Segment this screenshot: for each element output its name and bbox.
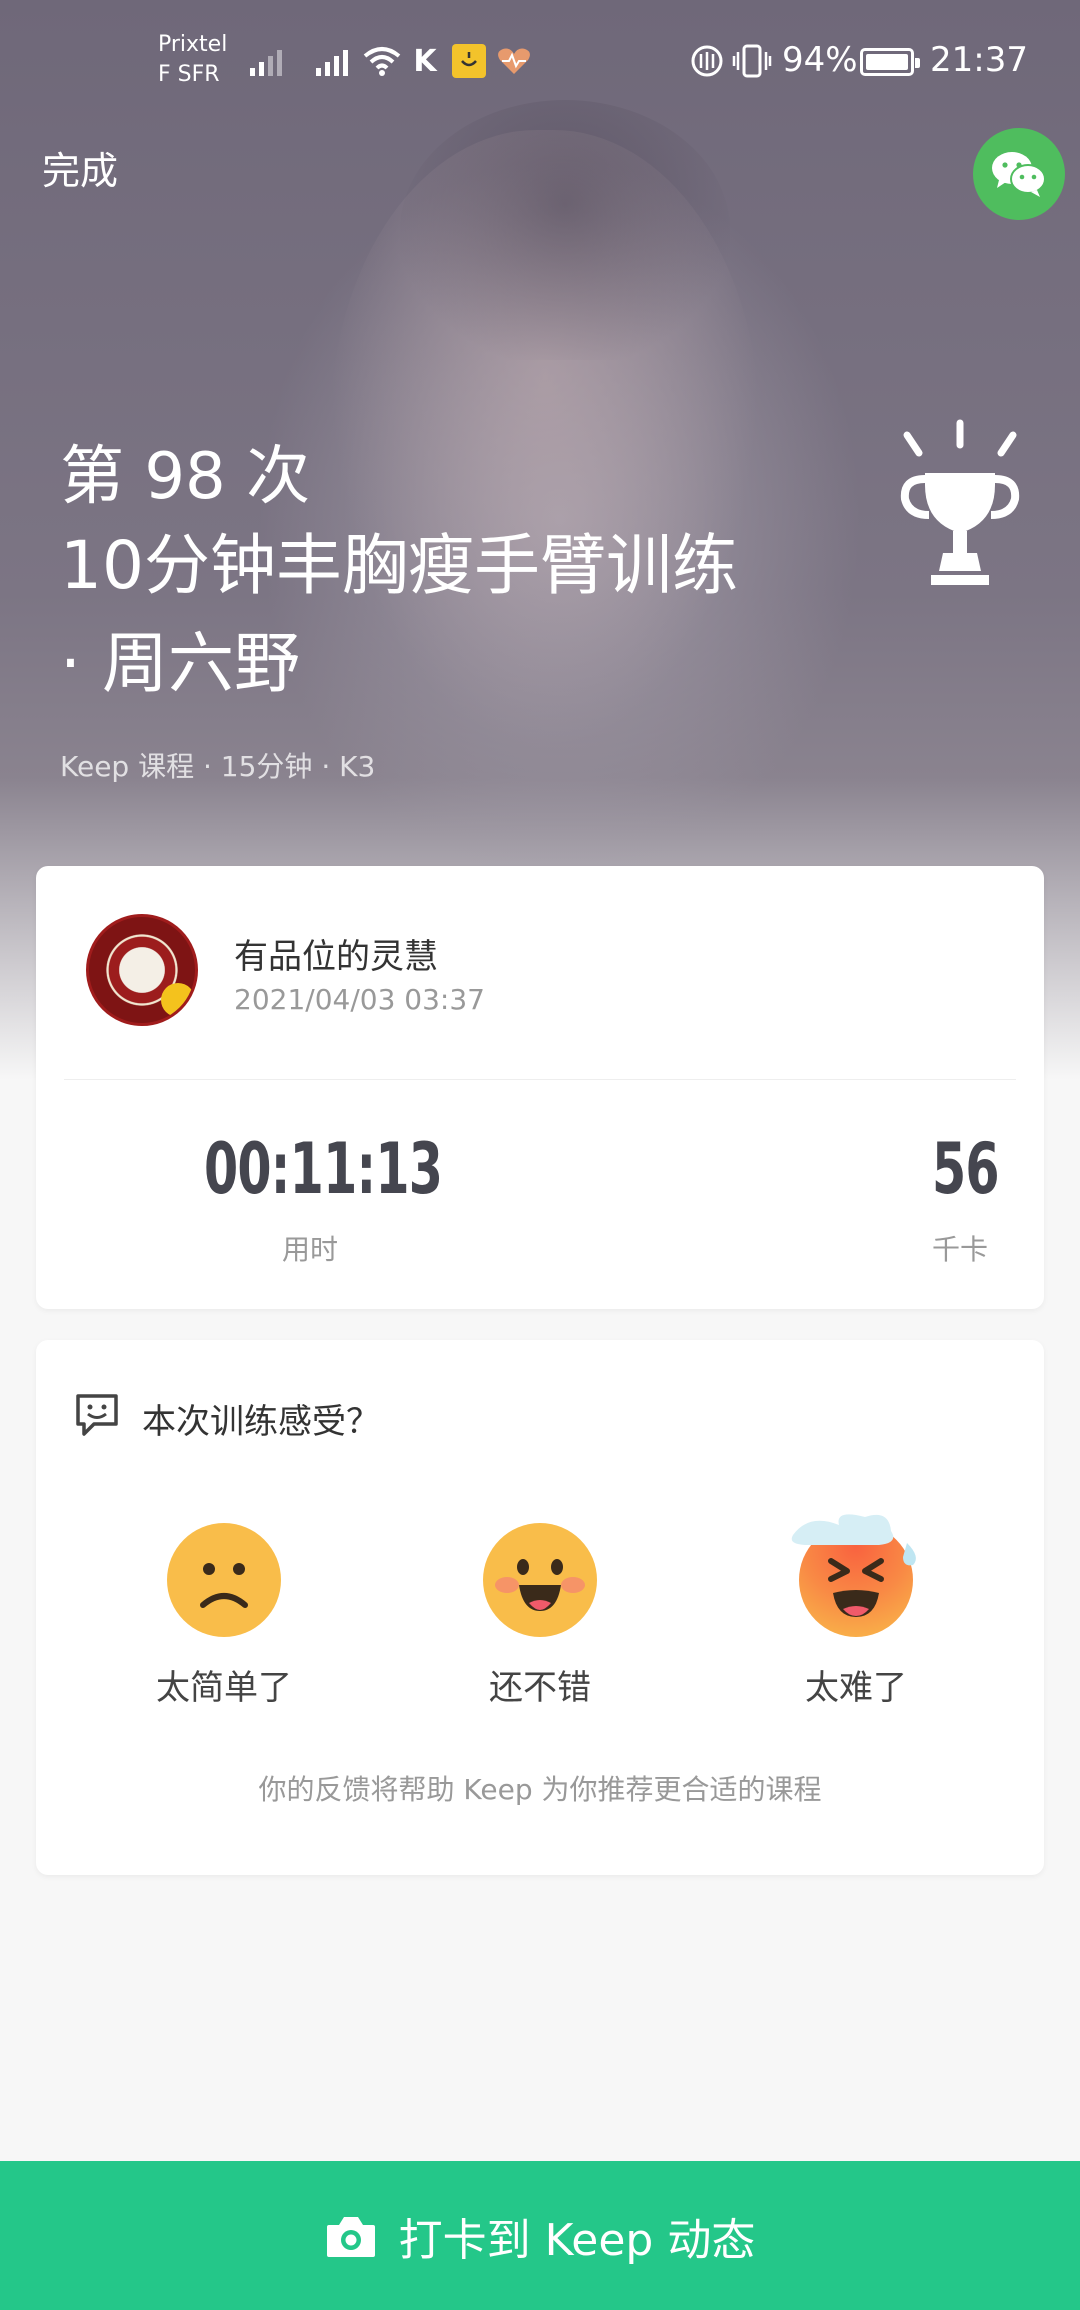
sweat-face-icon[interactable] — [791, 1514, 916, 1637]
happy-face-icon[interactable] — [483, 1523, 597, 1637]
feedback-card: 本次训练感受？ 太简单了 还不错 太难了 你的反馈将帮助 Keep 为你推荐更合… — [36, 1340, 1044, 1875]
course-meta: Keep 课程 · 15分钟 · K3 — [60, 750, 376, 783]
checkin-to-keep-button[interactable]: 打卡到 Keep 动态 — [0, 2161, 1080, 2310]
feedback-icon — [76, 1394, 118, 1436]
duration-label: 用时 — [282, 1233, 339, 1266]
vibrate-icon — [732, 44, 772, 78]
completion-count: 第 98 次 — [60, 440, 311, 514]
hero-photo-hair — [400, 100, 730, 360]
calories-label: 千卡 — [932, 1233, 989, 1266]
smile-app-icon — [452, 44, 486, 78]
workout-record-card: 有品位的灵慧 2021/04/03 03:37 00:11:13 用时 56 千… — [36, 866, 1044, 1309]
sad-face-icon[interactable] — [167, 1523, 281, 1637]
carrier-label: Prixtel F SFR — [158, 30, 227, 90]
battery-percent: 94% — [782, 40, 858, 80]
done-button[interactable]: 完成 — [42, 140, 118, 195]
feedback-label-easy: 太简单了 — [156, 1668, 292, 1708]
avatar[interactable] — [86, 914, 198, 1026]
feedback-hint: 你的反馈将帮助 Keep 为你推荐更合适的课程 — [258, 1773, 822, 1806]
carrier-line2: F SFR — [158, 62, 220, 87]
wechat-share-button[interactable] — [973, 128, 1065, 220]
trophy-icon — [895, 415, 1025, 595]
carrier-line1: Prixtel — [158, 32, 228, 57]
battery-icon — [860, 48, 920, 76]
workout-datetime: 2021/04/03 03:37 — [234, 983, 485, 1016]
wifi-icon — [362, 44, 402, 78]
wechat-icon — [992, 152, 1046, 197]
feedback-label-hard: 太难了 — [805, 1668, 907, 1708]
feedback-title: 本次训练感受？ — [142, 1402, 380, 1442]
divider — [64, 1079, 1016, 1080]
checkin-label: 打卡到 Keep 动态 — [398, 2214, 756, 2266]
feedback-label-good: 还不错 — [489, 1668, 591, 1708]
avatar-badge — [161, 983, 195, 1017]
status-bar: Prixtel F SFR K 94% 21:37 — [0, 0, 1080, 120]
duration-value: 00:11:13 — [204, 1128, 443, 1210]
health-icon — [496, 44, 532, 78]
calories-value: 56 — [932, 1128, 1000, 1210]
course-title: 10分钟丰胸瘦手臂训练 · 周六野 — [60, 527, 738, 702]
username: 有品位的灵慧 — [234, 937, 438, 977]
signal-roaming-icon — [316, 48, 348, 76]
clock: 21:37 — [930, 40, 1028, 80]
signal-icon — [250, 48, 282, 76]
k-app-icon: K — [413, 43, 437, 79]
camera-icon — [326, 2216, 375, 2257]
nfc-icon — [688, 44, 726, 78]
